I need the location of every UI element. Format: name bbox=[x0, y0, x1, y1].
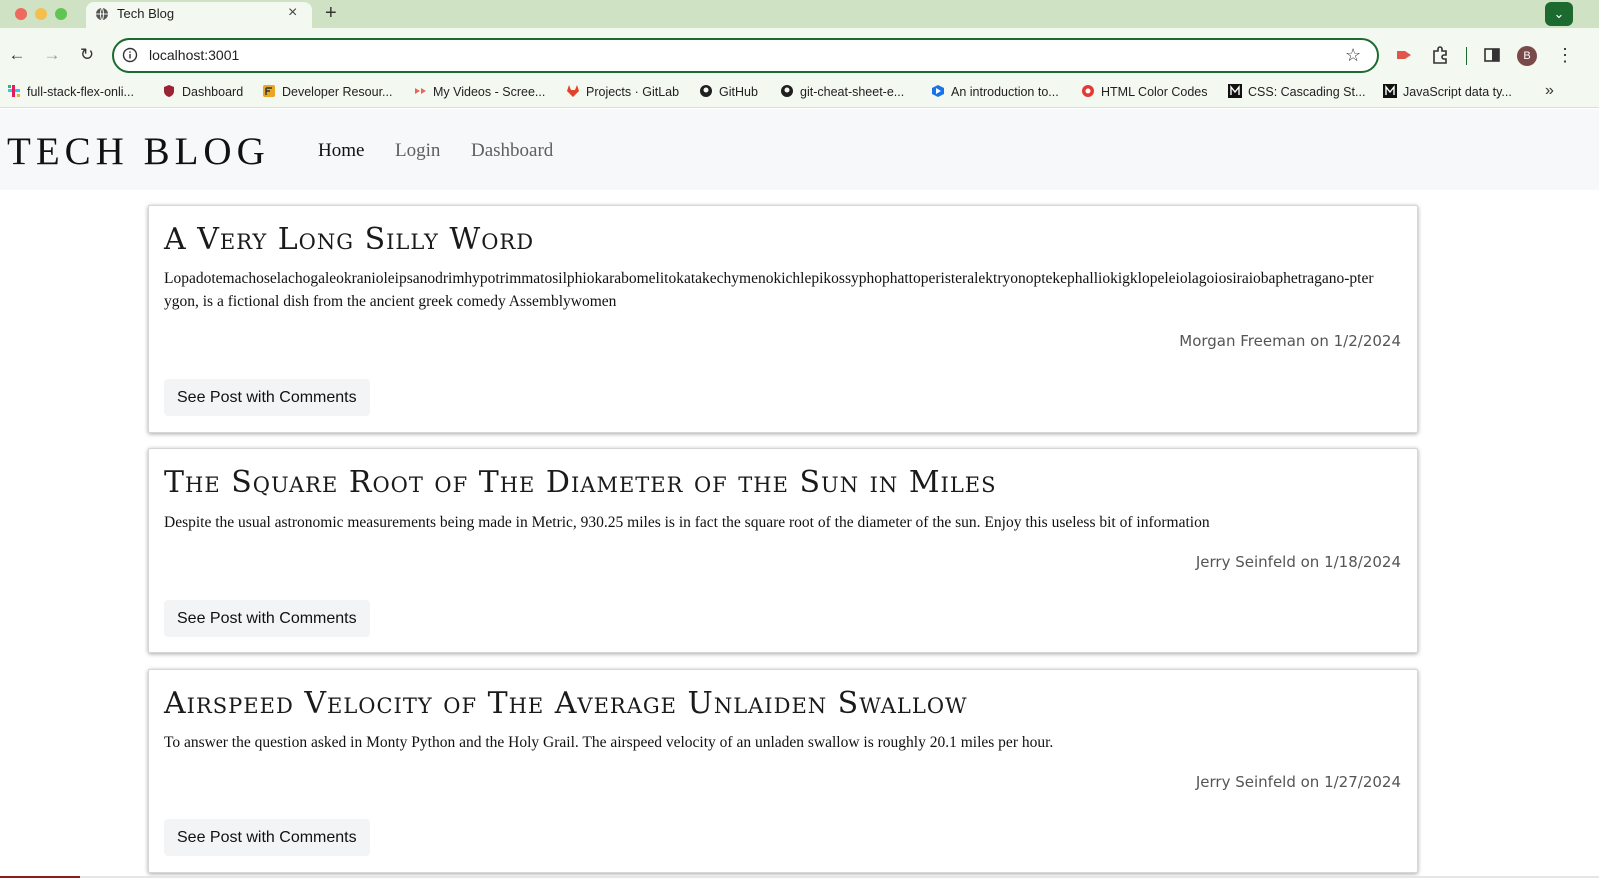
site-title[interactable]: TECH BLOG bbox=[7, 129, 270, 174]
fs-logo-icon bbox=[263, 85, 275, 97]
bookmark-item[interactable]: CSS: Cascading St... bbox=[1228, 84, 1365, 100]
post-author-date: Jerry Seinfeld on 1/18/2024 bbox=[1195, 553, 1401, 571]
nav-home-link[interactable]: Home bbox=[318, 140, 364, 162]
tab-close-icon[interactable]: × bbox=[288, 4, 297, 22]
slack-icon bbox=[8, 85, 20, 97]
bookmark-star-icon[interactable]: ☆ bbox=[1345, 45, 1361, 65]
back-button[interactable]: ← bbox=[7, 44, 27, 66]
post-body: Lopadotemachoselachogaleokranioleipsanod… bbox=[164, 270, 1374, 310]
nav-dashboard-link[interactable]: Dashboard bbox=[471, 140, 553, 162]
post-body: Despite the usual astronomic measurement… bbox=[164, 514, 1210, 531]
bookmark-item[interactable]: Projects · GitLab bbox=[566, 84, 679, 100]
reload-button[interactable]: ↻ bbox=[77, 44, 97, 66]
gitlab-icon bbox=[567, 85, 579, 97]
post-author-date: Jerry Seinfeld on 1/27/2024 bbox=[1195, 773, 1401, 791]
bookmark-item[interactable]: JavaScript data ty... bbox=[1383, 84, 1512, 100]
forward-button[interactable]: → bbox=[42, 44, 62, 66]
tab-title: Tech Blog bbox=[117, 6, 175, 21]
globe-icon bbox=[96, 7, 108, 21]
toolbar-separator bbox=[1466, 47, 1467, 65]
browser-menu-icon[interactable]: ⋮ bbox=[1556, 44, 1574, 66]
side-panel-icon[interactable] bbox=[1482, 45, 1502, 65]
minimize-window-button[interactable] bbox=[35, 8, 47, 20]
bookmark-item[interactable]: My Videos - Scree... bbox=[413, 84, 545, 100]
post-author-date: Morgan Freeman on 1/2/2024 bbox=[1179, 332, 1401, 350]
shield-icon bbox=[164, 85, 174, 97]
page-bottom-accent bbox=[0, 876, 80, 878]
post-card: A Very Long Silly Word Lopadotemachosela… bbox=[148, 205, 1418, 433]
post-title: Airspeed Velocity of The Average Unlaide… bbox=[164, 686, 968, 721]
bookmark-item[interactable]: Dashboard bbox=[162, 84, 243, 100]
close-window-button[interactable] bbox=[15, 8, 27, 20]
post-title: The Square Root of The Diameter of the S… bbox=[164, 465, 997, 500]
maximize-window-button[interactable] bbox=[55, 8, 67, 20]
url-text[interactable]: localhost:3001 bbox=[149, 47, 239, 63]
bookmark-item[interactable]: HTML Color Codes bbox=[1081, 84, 1208, 100]
color-wheel-icon bbox=[1082, 85, 1094, 97]
bookmark-item[interactable]: git-cheat-sheet-e... bbox=[780, 84, 904, 100]
video-icon bbox=[415, 88, 426, 94]
post-body: To answer the question asked in Monty Py… bbox=[164, 734, 1054, 751]
see-post-button[interactable]: See Post with Comments bbox=[164, 379, 370, 416]
post-card: The Square Root of The Diameter of the S… bbox=[148, 448, 1418, 653]
see-post-button[interactable]: See Post with Comments bbox=[164, 600, 370, 637]
bookmark-item[interactable]: An introduction to... bbox=[931, 84, 1059, 100]
new-tab-button[interactable]: + bbox=[325, 2, 337, 24]
github-icon bbox=[781, 85, 793, 97]
profile-avatar[interactable]: B bbox=[1517, 46, 1537, 66]
see-post-button[interactable]: See Post with Comments bbox=[164, 819, 370, 856]
address-bar[interactable] bbox=[112, 38, 1379, 73]
tab-search-button[interactable]: ⌄ bbox=[1545, 2, 1573, 26]
post-title: A Very Long Silly Word bbox=[164, 222, 535, 257]
bookmark-item[interactable]: GitHub bbox=[699, 84, 758, 100]
github-icon bbox=[700, 85, 712, 97]
bookmark-item[interactable]: full-stack-flex-onli... bbox=[7, 84, 134, 100]
nav-login-link[interactable]: Login bbox=[395, 140, 440, 162]
extensions-puzzle-icon[interactable] bbox=[1430, 45, 1450, 65]
extension-arrow-icon[interactable] bbox=[1394, 45, 1414, 65]
post-card: Airspeed Velocity of The Average Unlaide… bbox=[148, 669, 1418, 873]
mdn-icon bbox=[1228, 84, 1242, 98]
bookmark-item[interactable]: Developer Resour... bbox=[262, 84, 392, 100]
mdn-icon bbox=[1383, 84, 1397, 98]
page-bottom-border bbox=[0, 876, 1599, 878]
site-info-icon[interactable] bbox=[122, 47, 138, 63]
more-bookmarks-button[interactable]: » bbox=[1545, 82, 1554, 100]
play-hexagon-icon bbox=[932, 85, 944, 97]
